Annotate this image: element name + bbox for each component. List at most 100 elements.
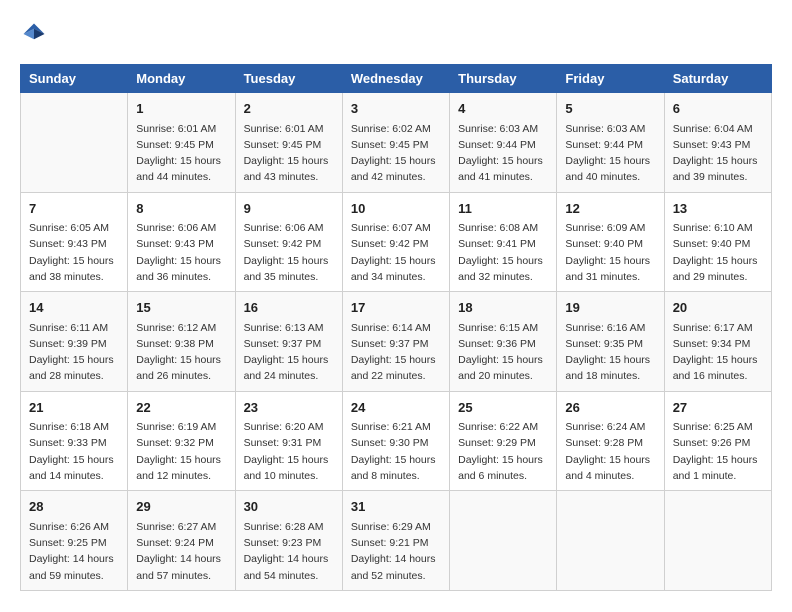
calendar-cell: 6Sunrise: 6:04 AM Sunset: 9:43 PM Daylig… (664, 93, 771, 193)
date-number: 4 (458, 99, 548, 119)
week-row-1: 1Sunrise: 6:01 AM Sunset: 9:45 PM Daylig… (21, 93, 772, 193)
calendar-cell: 2Sunrise: 6:01 AM Sunset: 9:45 PM Daylig… (235, 93, 342, 193)
calendar-cell: 15Sunrise: 6:12 AM Sunset: 9:38 PM Dayli… (128, 292, 235, 392)
calendar-cell: 18Sunrise: 6:15 AM Sunset: 9:36 PM Dayli… (450, 292, 557, 392)
date-number: 6 (673, 99, 763, 119)
date-number: 31 (351, 497, 441, 517)
cell-content: Sunrise: 6:04 AM Sunset: 9:43 PM Dayligh… (673, 121, 763, 186)
week-row-3: 14Sunrise: 6:11 AM Sunset: 9:39 PM Dayli… (21, 292, 772, 392)
calendar-cell: 10Sunrise: 6:07 AM Sunset: 9:42 PM Dayli… (342, 192, 449, 292)
calendar-table: SundayMondayTuesdayWednesdayThursdayFrid… (20, 64, 772, 591)
cell-content: Sunrise: 6:09 AM Sunset: 9:40 PM Dayligh… (565, 220, 655, 285)
week-row-5: 28Sunrise: 6:26 AM Sunset: 9:25 PM Dayli… (21, 491, 772, 591)
cell-content: Sunrise: 6:24 AM Sunset: 9:28 PM Dayligh… (565, 419, 655, 484)
col-header-wednesday: Wednesday (342, 65, 449, 93)
cell-content: Sunrise: 6:29 AM Sunset: 9:21 PM Dayligh… (351, 519, 441, 584)
date-number: 5 (565, 99, 655, 119)
date-number: 20 (673, 298, 763, 318)
week-row-2: 7Sunrise: 6:05 AM Sunset: 9:43 PM Daylig… (21, 192, 772, 292)
date-number: 28 (29, 497, 119, 517)
header-row: SundayMondayTuesdayWednesdayThursdayFrid… (21, 65, 772, 93)
cell-content: Sunrise: 6:20 AM Sunset: 9:31 PM Dayligh… (244, 419, 334, 484)
cell-content: Sunrise: 6:01 AM Sunset: 9:45 PM Dayligh… (136, 121, 226, 186)
calendar-cell: 5Sunrise: 6:03 AM Sunset: 9:44 PM Daylig… (557, 93, 664, 193)
cell-content: Sunrise: 6:27 AM Sunset: 9:24 PM Dayligh… (136, 519, 226, 584)
cell-content: Sunrise: 6:03 AM Sunset: 9:44 PM Dayligh… (458, 121, 548, 186)
date-number: 26 (565, 398, 655, 418)
date-number: 21 (29, 398, 119, 418)
date-number: 3 (351, 99, 441, 119)
cell-content: Sunrise: 6:12 AM Sunset: 9:38 PM Dayligh… (136, 320, 226, 385)
date-number: 7 (29, 199, 119, 219)
calendar-cell: 19Sunrise: 6:16 AM Sunset: 9:35 PM Dayli… (557, 292, 664, 392)
calendar-cell: 9Sunrise: 6:06 AM Sunset: 9:42 PM Daylig… (235, 192, 342, 292)
calendar-cell (664, 491, 771, 591)
date-number: 15 (136, 298, 226, 318)
col-header-friday: Friday (557, 65, 664, 93)
date-number: 24 (351, 398, 441, 418)
date-number: 22 (136, 398, 226, 418)
calendar-cell: 28Sunrise: 6:26 AM Sunset: 9:25 PM Dayli… (21, 491, 128, 591)
cell-content: Sunrise: 6:16 AM Sunset: 9:35 PM Dayligh… (565, 320, 655, 385)
cell-content: Sunrise: 6:28 AM Sunset: 9:23 PM Dayligh… (244, 519, 334, 584)
cell-content: Sunrise: 6:14 AM Sunset: 9:37 PM Dayligh… (351, 320, 441, 385)
date-number: 23 (244, 398, 334, 418)
cell-content: Sunrise: 6:19 AM Sunset: 9:32 PM Dayligh… (136, 419, 226, 484)
calendar-cell: 3Sunrise: 6:02 AM Sunset: 9:45 PM Daylig… (342, 93, 449, 193)
date-number: 1 (136, 99, 226, 119)
page-header (20, 20, 772, 48)
cell-content: Sunrise: 6:25 AM Sunset: 9:26 PM Dayligh… (673, 419, 763, 484)
logo-icon (20, 20, 48, 48)
date-number: 30 (244, 497, 334, 517)
col-header-tuesday: Tuesday (235, 65, 342, 93)
calendar-cell: 22Sunrise: 6:19 AM Sunset: 9:32 PM Dayli… (128, 391, 235, 491)
calendar-cell: 11Sunrise: 6:08 AM Sunset: 9:41 PM Dayli… (450, 192, 557, 292)
cell-content: Sunrise: 6:01 AM Sunset: 9:45 PM Dayligh… (244, 121, 334, 186)
cell-content: Sunrise: 6:07 AM Sunset: 9:42 PM Dayligh… (351, 220, 441, 285)
date-number: 14 (29, 298, 119, 318)
cell-content: Sunrise: 6:08 AM Sunset: 9:41 PM Dayligh… (458, 220, 548, 285)
calendar-cell: 7Sunrise: 6:05 AM Sunset: 9:43 PM Daylig… (21, 192, 128, 292)
calendar-cell: 31Sunrise: 6:29 AM Sunset: 9:21 PM Dayli… (342, 491, 449, 591)
date-number: 16 (244, 298, 334, 318)
cell-content: Sunrise: 6:10 AM Sunset: 9:40 PM Dayligh… (673, 220, 763, 285)
cell-content: Sunrise: 6:06 AM Sunset: 9:43 PM Dayligh… (136, 220, 226, 285)
col-header-thursday: Thursday (450, 65, 557, 93)
cell-content: Sunrise: 6:15 AM Sunset: 9:36 PM Dayligh… (458, 320, 548, 385)
date-number: 29 (136, 497, 226, 517)
calendar-cell: 24Sunrise: 6:21 AM Sunset: 9:30 PM Dayli… (342, 391, 449, 491)
cell-content: Sunrise: 6:11 AM Sunset: 9:39 PM Dayligh… (29, 320, 119, 385)
calendar-cell: 27Sunrise: 6:25 AM Sunset: 9:26 PM Dayli… (664, 391, 771, 491)
col-header-monday: Monday (128, 65, 235, 93)
calendar-cell: 20Sunrise: 6:17 AM Sunset: 9:34 PM Dayli… (664, 292, 771, 392)
week-row-4: 21Sunrise: 6:18 AM Sunset: 9:33 PM Dayli… (21, 391, 772, 491)
date-number: 10 (351, 199, 441, 219)
calendar-cell (557, 491, 664, 591)
cell-content: Sunrise: 6:21 AM Sunset: 9:30 PM Dayligh… (351, 419, 441, 484)
calendar-cell: 26Sunrise: 6:24 AM Sunset: 9:28 PM Dayli… (557, 391, 664, 491)
date-number: 11 (458, 199, 548, 219)
cell-content: Sunrise: 6:06 AM Sunset: 9:42 PM Dayligh… (244, 220, 334, 285)
calendar-cell: 1Sunrise: 6:01 AM Sunset: 9:45 PM Daylig… (128, 93, 235, 193)
cell-content: Sunrise: 6:02 AM Sunset: 9:45 PM Dayligh… (351, 121, 441, 186)
date-number: 13 (673, 199, 763, 219)
cell-content: Sunrise: 6:13 AM Sunset: 9:37 PM Dayligh… (244, 320, 334, 385)
calendar-cell: 25Sunrise: 6:22 AM Sunset: 9:29 PM Dayli… (450, 391, 557, 491)
calendar-cell: 16Sunrise: 6:13 AM Sunset: 9:37 PM Dayli… (235, 292, 342, 392)
cell-content: Sunrise: 6:17 AM Sunset: 9:34 PM Dayligh… (673, 320, 763, 385)
col-header-saturday: Saturday (664, 65, 771, 93)
cell-content: Sunrise: 6:18 AM Sunset: 9:33 PM Dayligh… (29, 419, 119, 484)
calendar-cell: 13Sunrise: 6:10 AM Sunset: 9:40 PM Dayli… (664, 192, 771, 292)
date-number: 19 (565, 298, 655, 318)
date-number: 9 (244, 199, 334, 219)
cell-content: Sunrise: 6:22 AM Sunset: 9:29 PM Dayligh… (458, 419, 548, 484)
date-number: 8 (136, 199, 226, 219)
date-number: 25 (458, 398, 548, 418)
calendar-cell: 17Sunrise: 6:14 AM Sunset: 9:37 PM Dayli… (342, 292, 449, 392)
cell-content: Sunrise: 6:05 AM Sunset: 9:43 PM Dayligh… (29, 220, 119, 285)
date-number: 17 (351, 298, 441, 318)
calendar-cell (21, 93, 128, 193)
date-number: 27 (673, 398, 763, 418)
calendar-cell: 8Sunrise: 6:06 AM Sunset: 9:43 PM Daylig… (128, 192, 235, 292)
calendar-cell: 12Sunrise: 6:09 AM Sunset: 9:40 PM Dayli… (557, 192, 664, 292)
